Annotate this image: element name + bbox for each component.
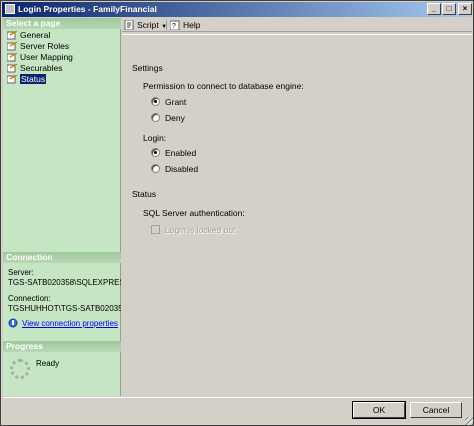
page-item-label: General — [20, 30, 51, 40]
page-item-label: Securables — [20, 63, 63, 73]
settings-heading: Settings — [132, 63, 163, 73]
grant-radio[interactable] — [151, 97, 160, 106]
permission-label: Permission to connect to database engine… — [143, 81, 304, 91]
page-item-status[interactable]: Status — [3, 74, 121, 85]
help-button[interactable]: ? Help — [170, 19, 200, 31]
progress-spinner-icon — [10, 359, 30, 379]
page-icon — [7, 42, 18, 51]
sql-auth-label: SQL Server authentication: — [143, 208, 245, 218]
ok-button[interactable]: OK — [352, 401, 406, 419]
locked-out-label: Login is locked out — [165, 225, 236, 235]
enabled-radio[interactable] — [151, 148, 160, 157]
connection-label: Connection: — [8, 294, 51, 303]
view-connection-link[interactable]: View connection properties — [22, 319, 118, 328]
svg-text:?: ? — [172, 23, 176, 30]
locked-out-checkbox — [151, 225, 160, 234]
minimize-button[interactable]: _ — [427, 3, 441, 15]
disabled-radio[interactable] — [151, 164, 160, 173]
help-icon: ? — [170, 20, 180, 30]
select-page-header: Select a page — [3, 18, 121, 29]
left-pane: Select a page General Server Roles User … — [3, 18, 121, 396]
grant-label[interactable]: Grant — [165, 97, 186, 107]
connection-properties-icon — [8, 318, 18, 328]
view-connection-properties[interactable]: View connection properties — [8, 318, 121, 329]
script-label: Script — [137, 20, 159, 30]
page-item-label: Status — [20, 74, 47, 84]
page-list: General Server Roles User Mapping Secura… — [3, 30, 121, 85]
maximize-button[interactable]: □ — [442, 3, 456, 15]
page-item-user-mapping[interactable]: User Mapping — [3, 52, 121, 63]
login-properties-window: Login Properties - FamilyFinancial _ □ ×… — [0, 0, 474, 426]
status-heading: Status — [132, 189, 157, 199]
page-icon — [7, 75, 18, 84]
toolbar: Script ▼ ? Help — [122, 18, 472, 32]
page-item-general[interactable]: General — [3, 30, 121, 41]
page-icon — [7, 53, 18, 62]
footer-divider — [3, 397, 473, 398]
app-icon — [5, 4, 15, 14]
server-label: Server: — [8, 268, 34, 277]
progress-header: Progress — [3, 341, 121, 352]
page-item-securables[interactable]: Securables — [3, 63, 121, 74]
page-item-label: User Mapping — [20, 52, 73, 62]
resize-grip-icon[interactable] — [465, 417, 473, 425]
title-bar[interactable]: Login Properties - FamilyFinancial _ □ × — [2, 2, 472, 17]
disabled-label[interactable]: Disabled — [165, 164, 198, 174]
server-value: TGS-SATB020358\SQLEXPRESS — [8, 278, 121, 287]
cancel-button[interactable]: Cancel — [410, 402, 462, 418]
page-icon — [7, 31, 18, 40]
window-title: Login Properties - FamilyFinancial — [18, 4, 157, 14]
toolbar-separator — [166, 20, 167, 30]
page-icon — [7, 64, 18, 73]
connection-value: TGSHUHHOT\TGS-SATB020358 — [8, 304, 121, 313]
connection-header: Connection — [3, 252, 121, 263]
page-item-label: Server Roles — [20, 41, 70, 51]
page-item-server-roles[interactable]: Server Roles — [3, 41, 121, 52]
right-pane: Script ▼ ? Help Settings Permission to co… — [122, 18, 472, 396]
script-icon — [124, 20, 134, 30]
script-button[interactable]: Script ▼ — [124, 19, 167, 31]
close-button[interactable]: × — [458, 3, 472, 15]
deny-label[interactable]: Deny — [165, 113, 185, 123]
login-label: Login: — [143, 133, 167, 143]
enabled-label[interactable]: Enabled — [165, 148, 196, 158]
deny-radio[interactable] — [151, 113, 160, 122]
help-label: Help — [183, 20, 201, 30]
status-page-content: Settings Permission to connect to databa… — [122, 34, 472, 396]
